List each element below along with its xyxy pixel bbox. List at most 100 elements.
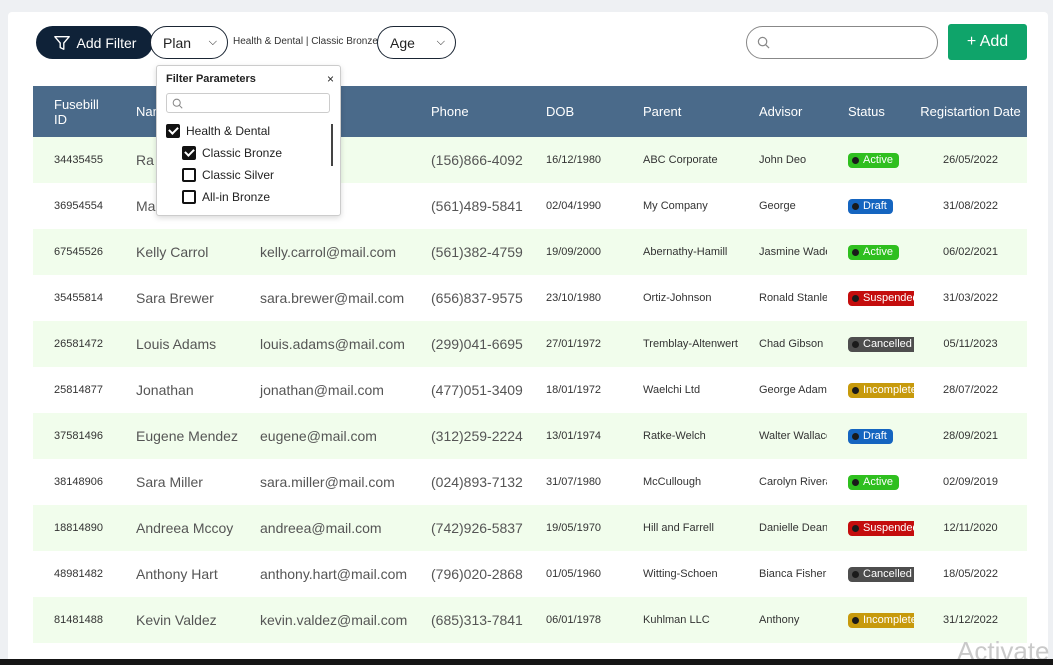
table-row[interactable]: 25814877 Jonathan jonathan@mail.com (477)05… <box>33 367 1027 413</box>
status-label: Suspended <box>863 292 914 304</box>
plan-select[interactable]: Plan ⌵ <box>150 26 228 59</box>
status-badge: Suspended <box>848 520 914 536</box>
dropdown-scrollbar[interactable] <box>331 124 333 166</box>
table-row[interactable]: 37581496 Eugene Mendez eugene@mail.com (312… <box>33 413 1027 459</box>
cell-status: Incomplete <box>827 367 914 413</box>
cell-dob: 31/07/1980 <box>546 476 602 488</box>
status-badge: Incomplete <box>848 382 914 398</box>
main-panel: Add Filter Plan ⌵ Health & Dental | Clas… <box>8 12 1048 665</box>
dropdown-search-field[interactable] <box>166 93 330 113</box>
cell-parent: Tremblay-Altenwerth <box>643 338 738 350</box>
cell-dob: 19/05/1970 <box>546 522 602 534</box>
chevron-down-icon: ⌵ <box>208 36 217 48</box>
add-filter-button[interactable]: Add Filter <box>36 26 153 59</box>
status-label: Suspended <box>863 522 914 534</box>
checkbox-checked-icon[interactable] <box>182 146 196 160</box>
table-row[interactable]: 38148906 Sara Miller sara.miller@mail.com (… <box>33 459 1027 505</box>
cell-phone: (024)893-7132 <box>431 474 523 490</box>
cell-status: Draft <box>827 413 914 459</box>
cell-advisor: Walter Wallace <box>759 430 827 442</box>
search-input[interactable] <box>776 35 926 50</box>
cell-phone: (561)489-5841 <box>431 198 523 214</box>
cell-email: sara.miller@mail.com <box>260 474 395 490</box>
table-row[interactable]: 35455814 Sara Brewer sara.brewer@mail.com (… <box>33 275 1027 321</box>
cell-status: Cancelled <box>827 321 914 367</box>
table-row[interactable]: 26581472 Louis Adams louis.adams@mail.com (… <box>33 321 1027 367</box>
table-row[interactable]: 18814890 Andreea Mccoy andreea@mail.com (74… <box>33 505 1027 551</box>
cell-dob: 06/01/1978 <box>546 614 602 626</box>
table-row[interactable]: 81481488 Kevin Valdez kevin.valdez@mail.co… <box>33 597 1027 643</box>
status-dot-icon <box>852 156 859 164</box>
add-filter-label: Add Filter <box>76 34 137 51</box>
cell-advisor: Bianca Fisher <box>759 568 827 580</box>
status-badge: Suspended <box>848 290 914 306</box>
cell-registration-date: 31/08/2022 <box>942 200 999 212</box>
cell-parent: Kuhlman LLC <box>643 614 710 626</box>
header-dob[interactable]: DOB <box>525 86 622 137</box>
status-dot-icon <box>852 616 859 624</box>
taskbar-strip <box>0 659 1053 665</box>
cell-phone: (685)313-7841 <box>431 612 523 628</box>
chevron-down-icon: ⌵ <box>436 36 445 48</box>
checkbox-unchecked-icon[interactable] <box>182 168 196 182</box>
cell-registration-date: 28/09/2021 <box>942 430 999 442</box>
cell-parent: Witting-Schoen <box>643 568 718 580</box>
table-row[interactable]: 67545526 Kelly Carrol kelly.carrol@mail.co… <box>33 229 1027 275</box>
header-advisor[interactable]: Advisor <box>738 86 827 137</box>
status-badge: Cancelled <box>848 336 914 352</box>
cell-phone: (656)837-9575 <box>431 290 523 306</box>
cell-fusebill-id: 36954554 <box>54 200 103 212</box>
table-row[interactable]: 48981482 Anthony Hart anthony.hart@mail.co… <box>33 551 1027 597</box>
filter-option[interactable]: Health & Dental <box>166 124 270 138</box>
age-select[interactable]: Age ⌵ <box>377 26 456 59</box>
header-fusebill-id[interactable]: Fusebill ID <box>33 86 115 137</box>
plan-filter-summary: Health & Dental | Classic Bronze <box>233 36 378 47</box>
cell-name: Sara Miller <box>136 474 203 490</box>
header-status[interactable]: Status <box>827 86 914 137</box>
filter-option-label: Health & Dental <box>186 124 271 138</box>
filter-option[interactable]: All-in Bronze <box>182 190 270 204</box>
cell-phone: (477)051-3409 <box>431 382 523 398</box>
status-dot-icon <box>852 432 859 440</box>
cell-status: Draft <box>827 183 914 229</box>
cell-dob: 16/12/1980 <box>546 154 602 166</box>
cell-parent: Ratke-Welch <box>643 430 706 442</box>
status-dot-icon <box>852 202 859 210</box>
cell-advisor: Carolyn Rivera <box>759 476 827 488</box>
cell-advisor: Ronald Stanley <box>759 292 827 304</box>
filter-option[interactable]: Classic Bronze <box>182 146 282 160</box>
status-badge: Cancelled <box>848 566 914 582</box>
status-label: Active <box>863 476 893 488</box>
cell-phone: (299)041-6695 <box>431 336 523 352</box>
dropdown-search-input[interactable] <box>187 97 317 109</box>
status-label: Draft <box>863 200 887 212</box>
cell-phone: (156)866-4092 <box>431 152 523 168</box>
status-label: Incomplete <box>863 384 914 396</box>
header-phone[interactable]: Phone <box>410 86 525 137</box>
filter-option-label: Classic Bronze <box>202 146 283 160</box>
status-badge: Active <box>848 152 899 168</box>
checkbox-checked-icon[interactable] <box>166 124 180 138</box>
search-field[interactable] <box>746 26 938 59</box>
header-registration-date[interactable]: Registartion Date <box>914 86 1027 137</box>
cell-advisor: George Adams <box>759 384 827 396</box>
cell-name: Sara Brewer <box>136 290 214 306</box>
add-button[interactable]: + Add <box>948 24 1027 60</box>
header-parent[interactable]: Parent <box>622 86 738 137</box>
cell-email: anthony.hart@mail.com <box>260 566 408 582</box>
status-dot-icon <box>852 294 859 302</box>
status-dot-icon <box>852 478 859 486</box>
funnel-icon <box>53 35 70 50</box>
cell-email: kevin.valdez@mail.com <box>260 612 408 628</box>
cell-name: Andreea Mccoy <box>136 520 234 536</box>
filter-option[interactable]: Classic Silver <box>182 168 274 182</box>
cell-advisor: Chad Gibson <box>759 338 824 350</box>
plan-select-label: Plan <box>163 34 192 51</box>
checkbox-unchecked-icon[interactable] <box>182 190 196 204</box>
age-select-label: Age <box>390 34 415 51</box>
close-icon[interactable]: × <box>327 72 334 86</box>
status-dot-icon <box>852 340 859 348</box>
status-label: Cancelled <box>863 338 912 350</box>
cell-name: Kelly Carrol <box>136 244 209 260</box>
cell-email: jonathan@mail.com <box>260 382 384 398</box>
